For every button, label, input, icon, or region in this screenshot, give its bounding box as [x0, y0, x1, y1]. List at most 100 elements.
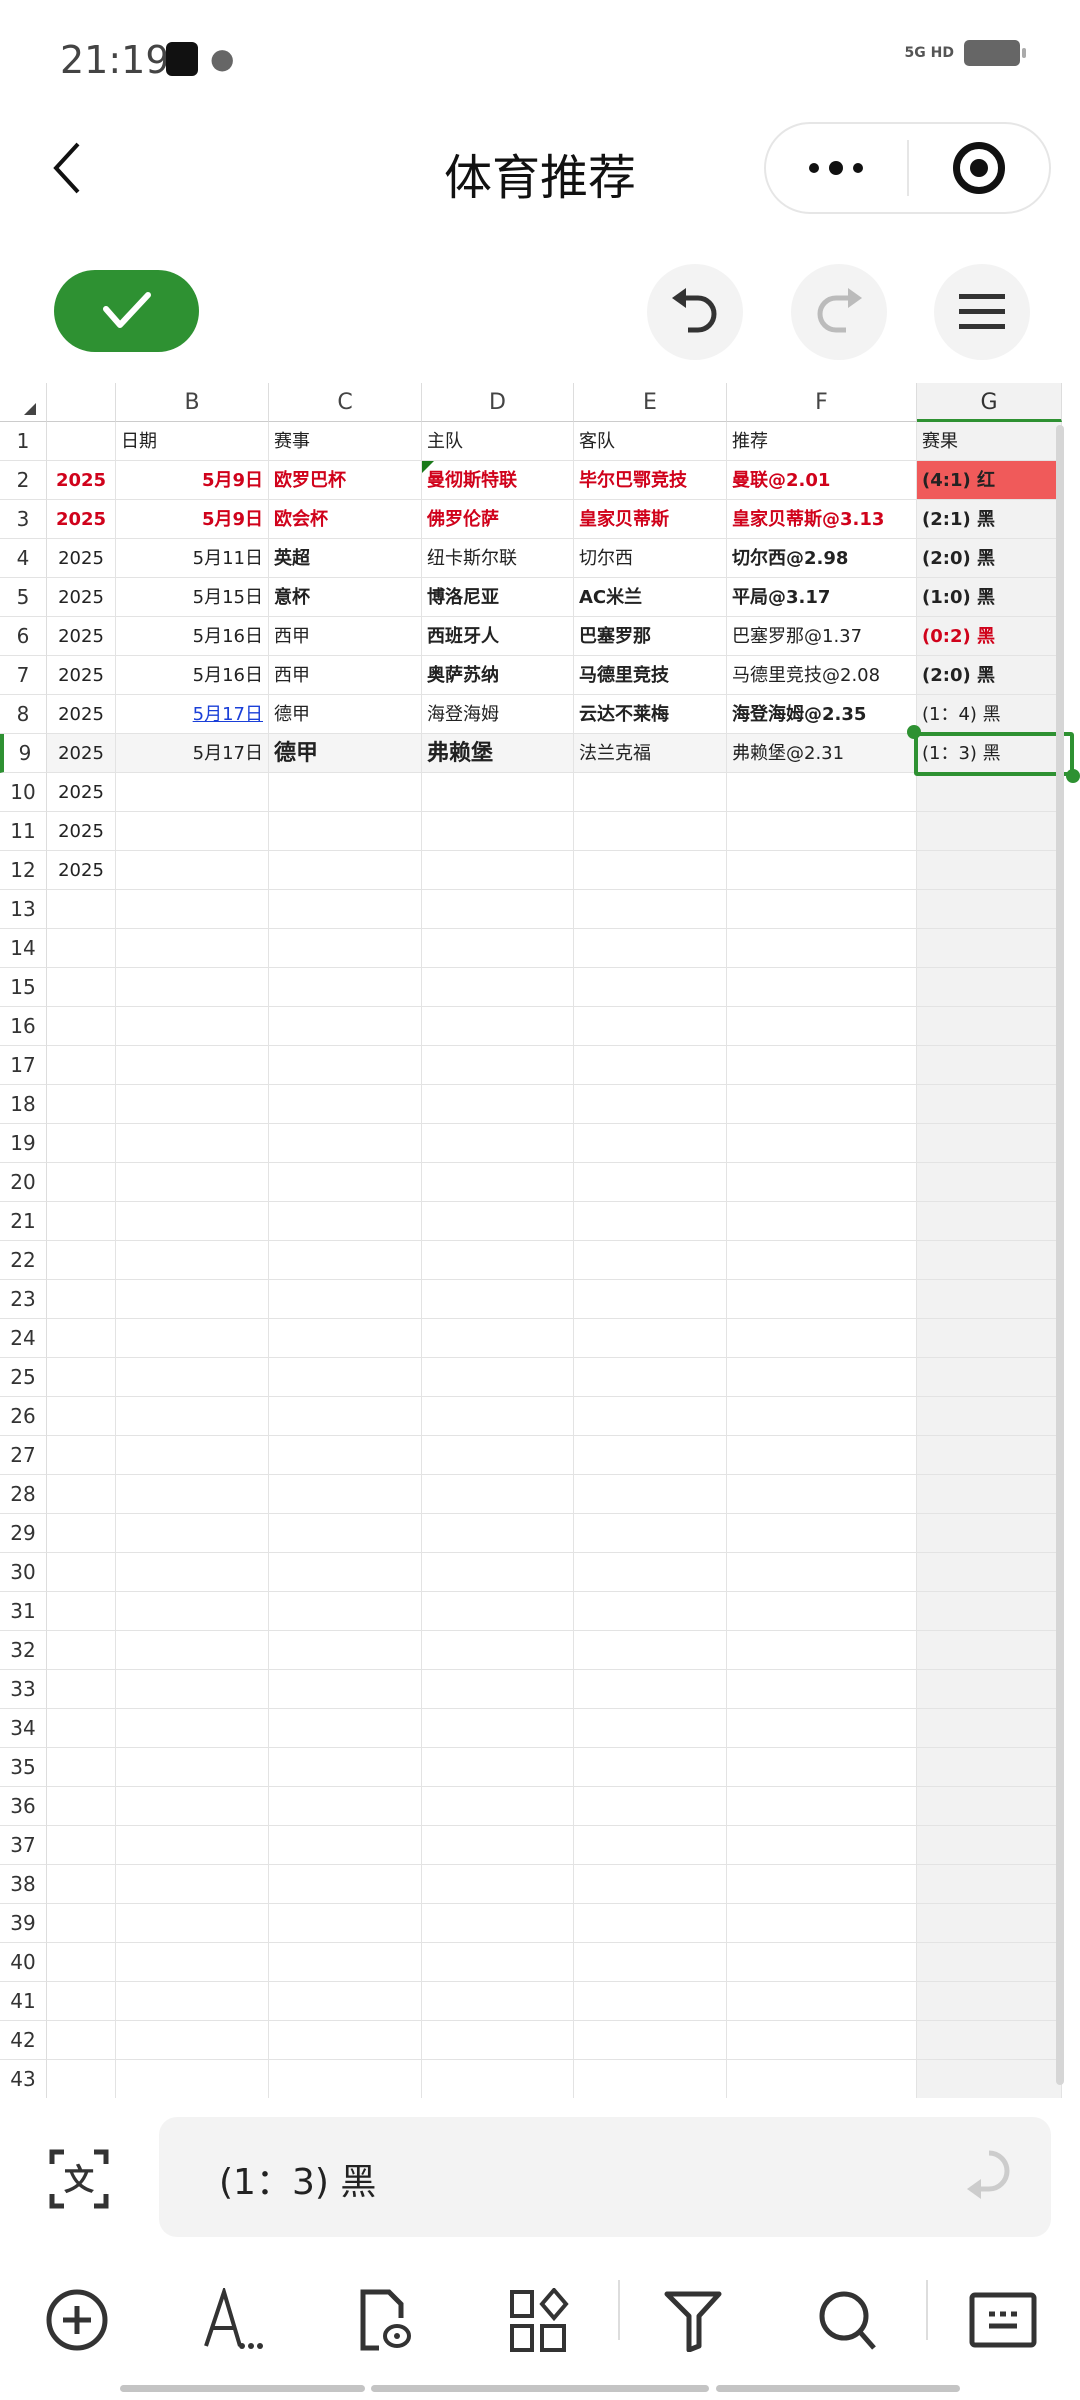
cell[interactable]	[47, 1631, 116, 1670]
cell[interactable]	[47, 1748, 116, 1787]
cell[interactable]	[727, 1163, 917, 1202]
cell[interactable]	[727, 1748, 917, 1787]
cell[interactable]: 主队	[422, 422, 574, 461]
cell[interactable]	[574, 1826, 727, 1865]
cell[interactable]: 赛事	[269, 422, 422, 461]
cell[interactable]	[47, 1280, 116, 1319]
cell[interactable]	[917, 1670, 1062, 1709]
cell[interactable]	[269, 812, 422, 851]
cell[interactable]	[116, 2060, 269, 2098]
cell[interactable]	[269, 1514, 422, 1553]
ocr-button[interactable]: 文	[48, 2148, 110, 2214]
row-header[interactable]: 2	[0, 461, 47, 500]
cell[interactable]	[47, 1241, 116, 1280]
cell[interactable]	[116, 1670, 269, 1709]
cell[interactable]: 5月17日	[116, 734, 269, 773]
cell[interactable]	[269, 851, 422, 890]
cell[interactable]	[727, 1436, 917, 1475]
cell[interactable]	[116, 1007, 269, 1046]
cell[interactable]	[574, 1007, 727, 1046]
preview-button[interactable]	[347, 2270, 427, 2370]
cell[interactable]	[47, 1085, 116, 1124]
row-header[interactable]: 42	[0, 2021, 47, 2060]
cell[interactable]	[917, 890, 1062, 929]
cell[interactable]	[574, 2021, 727, 2060]
cell[interactable]	[269, 1670, 422, 1709]
cell[interactable]	[727, 1709, 917, 1748]
cell[interactable]: (1：4) 黑	[917, 695, 1062, 734]
format-button[interactable]	[192, 2270, 272, 2370]
cell[interactable]	[917, 968, 1062, 1007]
row-header[interactable]: 21	[0, 1202, 47, 1241]
row-header[interactable]: 8	[0, 695, 47, 734]
cell[interactable]: (2:0) 黑	[917, 656, 1062, 695]
row-header[interactable]: 13	[0, 890, 47, 929]
cell[interactable]	[116, 1826, 269, 1865]
select-all-corner[interactable]	[0, 383, 47, 422]
cell[interactable]	[917, 1475, 1062, 1514]
row-header[interactable]: 14	[0, 929, 47, 968]
row-header[interactable]: 15	[0, 968, 47, 1007]
cell[interactable]	[727, 1319, 917, 1358]
cell[interactable]	[116, 929, 269, 968]
cell[interactable]: 西甲	[269, 617, 422, 656]
cell[interactable]	[47, 1592, 116, 1631]
cell[interactable]: 5月17日	[116, 695, 269, 734]
cell[interactable]: (0:2) 黑	[917, 617, 1062, 656]
keyboard-button[interactable]	[963, 2270, 1043, 2370]
cell[interactable]	[116, 1787, 269, 1826]
cell[interactable]	[917, 1514, 1062, 1553]
cell[interactable]: 切尔西	[574, 539, 727, 578]
column-header[interactable]	[47, 383, 116, 422]
cell[interactable]	[917, 1748, 1062, 1787]
column-header[interactable]: G	[917, 383, 1062, 422]
cell[interactable]: 2025	[47, 656, 116, 695]
cell[interactable]	[47, 1865, 116, 1904]
cell[interactable]: 英超	[269, 539, 422, 578]
cell[interactable]	[727, 1085, 917, 1124]
cell[interactable]	[917, 1241, 1062, 1280]
cell[interactable]	[727, 1046, 917, 1085]
cell[interactable]	[917, 812, 1062, 851]
cell[interactable]	[917, 1319, 1062, 1358]
cell[interactable]	[269, 1280, 422, 1319]
cell[interactable]	[917, 1943, 1062, 1982]
cell[interactable]	[422, 1982, 574, 2021]
cell[interactable]	[727, 773, 917, 812]
row-header[interactable]: 32	[0, 1631, 47, 1670]
insert-button[interactable]	[37, 2270, 117, 2370]
row-header[interactable]: 31	[0, 1592, 47, 1631]
cell[interactable]	[917, 1397, 1062, 1436]
cell[interactable]	[574, 1631, 727, 1670]
cell[interactable]	[917, 1982, 1062, 2021]
cell[interactable]	[574, 1046, 727, 1085]
cell[interactable]: 博洛尼亚	[422, 578, 574, 617]
cell[interactable]	[422, 2060, 574, 2098]
cell[interactable]	[727, 1631, 917, 1670]
cell[interactable]	[422, 1865, 574, 1904]
cell[interactable]: 弗赖堡@2.31	[727, 734, 917, 773]
cell[interactable]	[727, 968, 917, 1007]
cell[interactable]	[47, 1943, 116, 1982]
cell[interactable]: 云达不莱梅	[574, 695, 727, 734]
cell[interactable]	[116, 1046, 269, 1085]
vertical-scrollbar[interactable]	[1056, 425, 1064, 2085]
cell[interactable]	[917, 1631, 1062, 1670]
cell[interactable]	[727, 1865, 917, 1904]
cell[interactable]	[422, 1631, 574, 1670]
cell[interactable]	[422, 1436, 574, 1475]
cell[interactable]	[727, 1280, 917, 1319]
cell[interactable]	[422, 929, 574, 968]
cell[interactable]	[269, 1007, 422, 1046]
column-header[interactable]: E	[574, 383, 727, 422]
cell[interactable]	[269, 1826, 422, 1865]
cell[interactable]	[47, 1163, 116, 1202]
cell[interactable]	[47, 1124, 116, 1163]
cell[interactable]	[116, 1553, 269, 1592]
cell[interactable]	[727, 812, 917, 851]
column-header[interactable]: B	[116, 383, 269, 422]
cell[interactable]	[917, 1709, 1062, 1748]
cell[interactable]	[116, 1358, 269, 1397]
cell[interactable]: 西班牙人	[422, 617, 574, 656]
cell[interactable]	[422, 1592, 574, 1631]
